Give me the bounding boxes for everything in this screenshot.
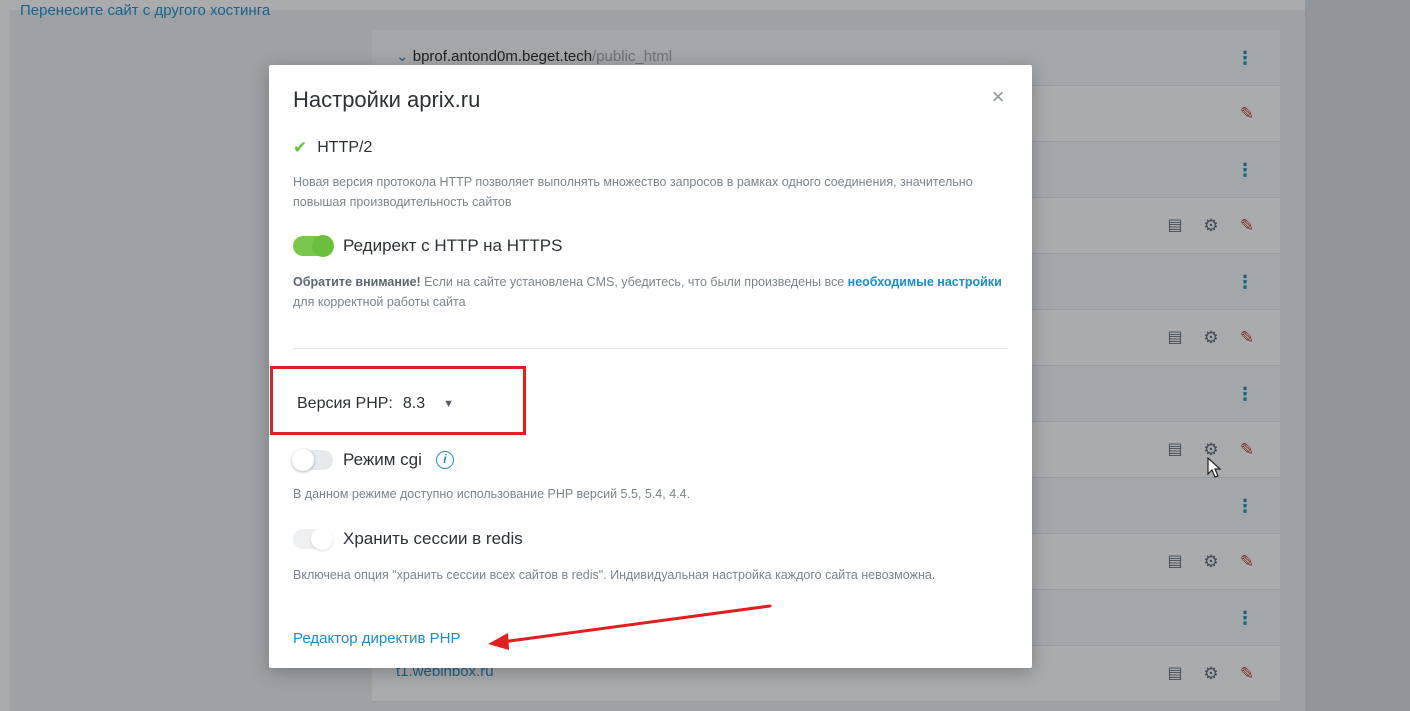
check-icon: ✔ [293, 138, 308, 157]
php-version-value[interactable]: 8.3 [403, 395, 425, 413]
php-version-label: Версия PHP: [297, 395, 393, 412]
redirect-https-label: Редирект с HTTP на HTTPS [343, 236, 563, 255]
info-icon[interactable]: i [435, 451, 454, 469]
php-directives-editor-link[interactable]: Редактор директив PHP [293, 630, 461, 647]
redirect-https-toggle[interactable] [293, 235, 334, 257]
redis-sessions-toggle[interactable] [293, 528, 333, 550]
redirect-https-setting: Редирект с HTTP на HTTPS [293, 235, 563, 257]
cgi-setting: Режим cgi i [292, 449, 454, 471]
note-tail: для корректной работы сайта [293, 295, 466, 309]
required-settings-link[interactable]: необходимые настройки [848, 275, 1002, 289]
redis-sessions-label: Хранить сессии в redis [343, 529, 523, 548]
divider [293, 348, 1008, 349]
redis-sessions-setting: Хранить сессии в redis [293, 528, 523, 550]
modal-title: Настройки aprix.ru [293, 87, 481, 112]
close-icon[interactable]: × [988, 86, 1008, 108]
redis-description: Включена опция "хранить сессии всех сайт… [293, 568, 936, 582]
cgi-toggle[interactable] [292, 449, 333, 471]
mouse-cursor-icon [1207, 457, 1222, 478]
php-version-select[interactable]: Версия PHP: 8.3 ▼ [297, 395, 454, 413]
dropdown-caret-icon[interactable]: ▼ [443, 398, 454, 410]
http2-label: HTTP/2 [317, 139, 373, 156]
cgi-description: В данном режиме доступно использование P… [293, 487, 691, 501]
php-version-highlight: Версия PHP: 8.3 ▼ [270, 366, 526, 435]
cgi-label: Режим cgi [343, 450, 422, 469]
http2-status: ✔ HTTP/2 [293, 138, 372, 158]
note-text: Если на сайте установлена CMS, убедитесь… [420, 275, 848, 289]
note-bold: Обратите внимание! [293, 275, 421, 289]
http2-description: Новая версия протокола HTTP позволяет вы… [293, 175, 973, 209]
redirect-note: Обратите внимание! Если на сайте установ… [293, 272, 1008, 312]
